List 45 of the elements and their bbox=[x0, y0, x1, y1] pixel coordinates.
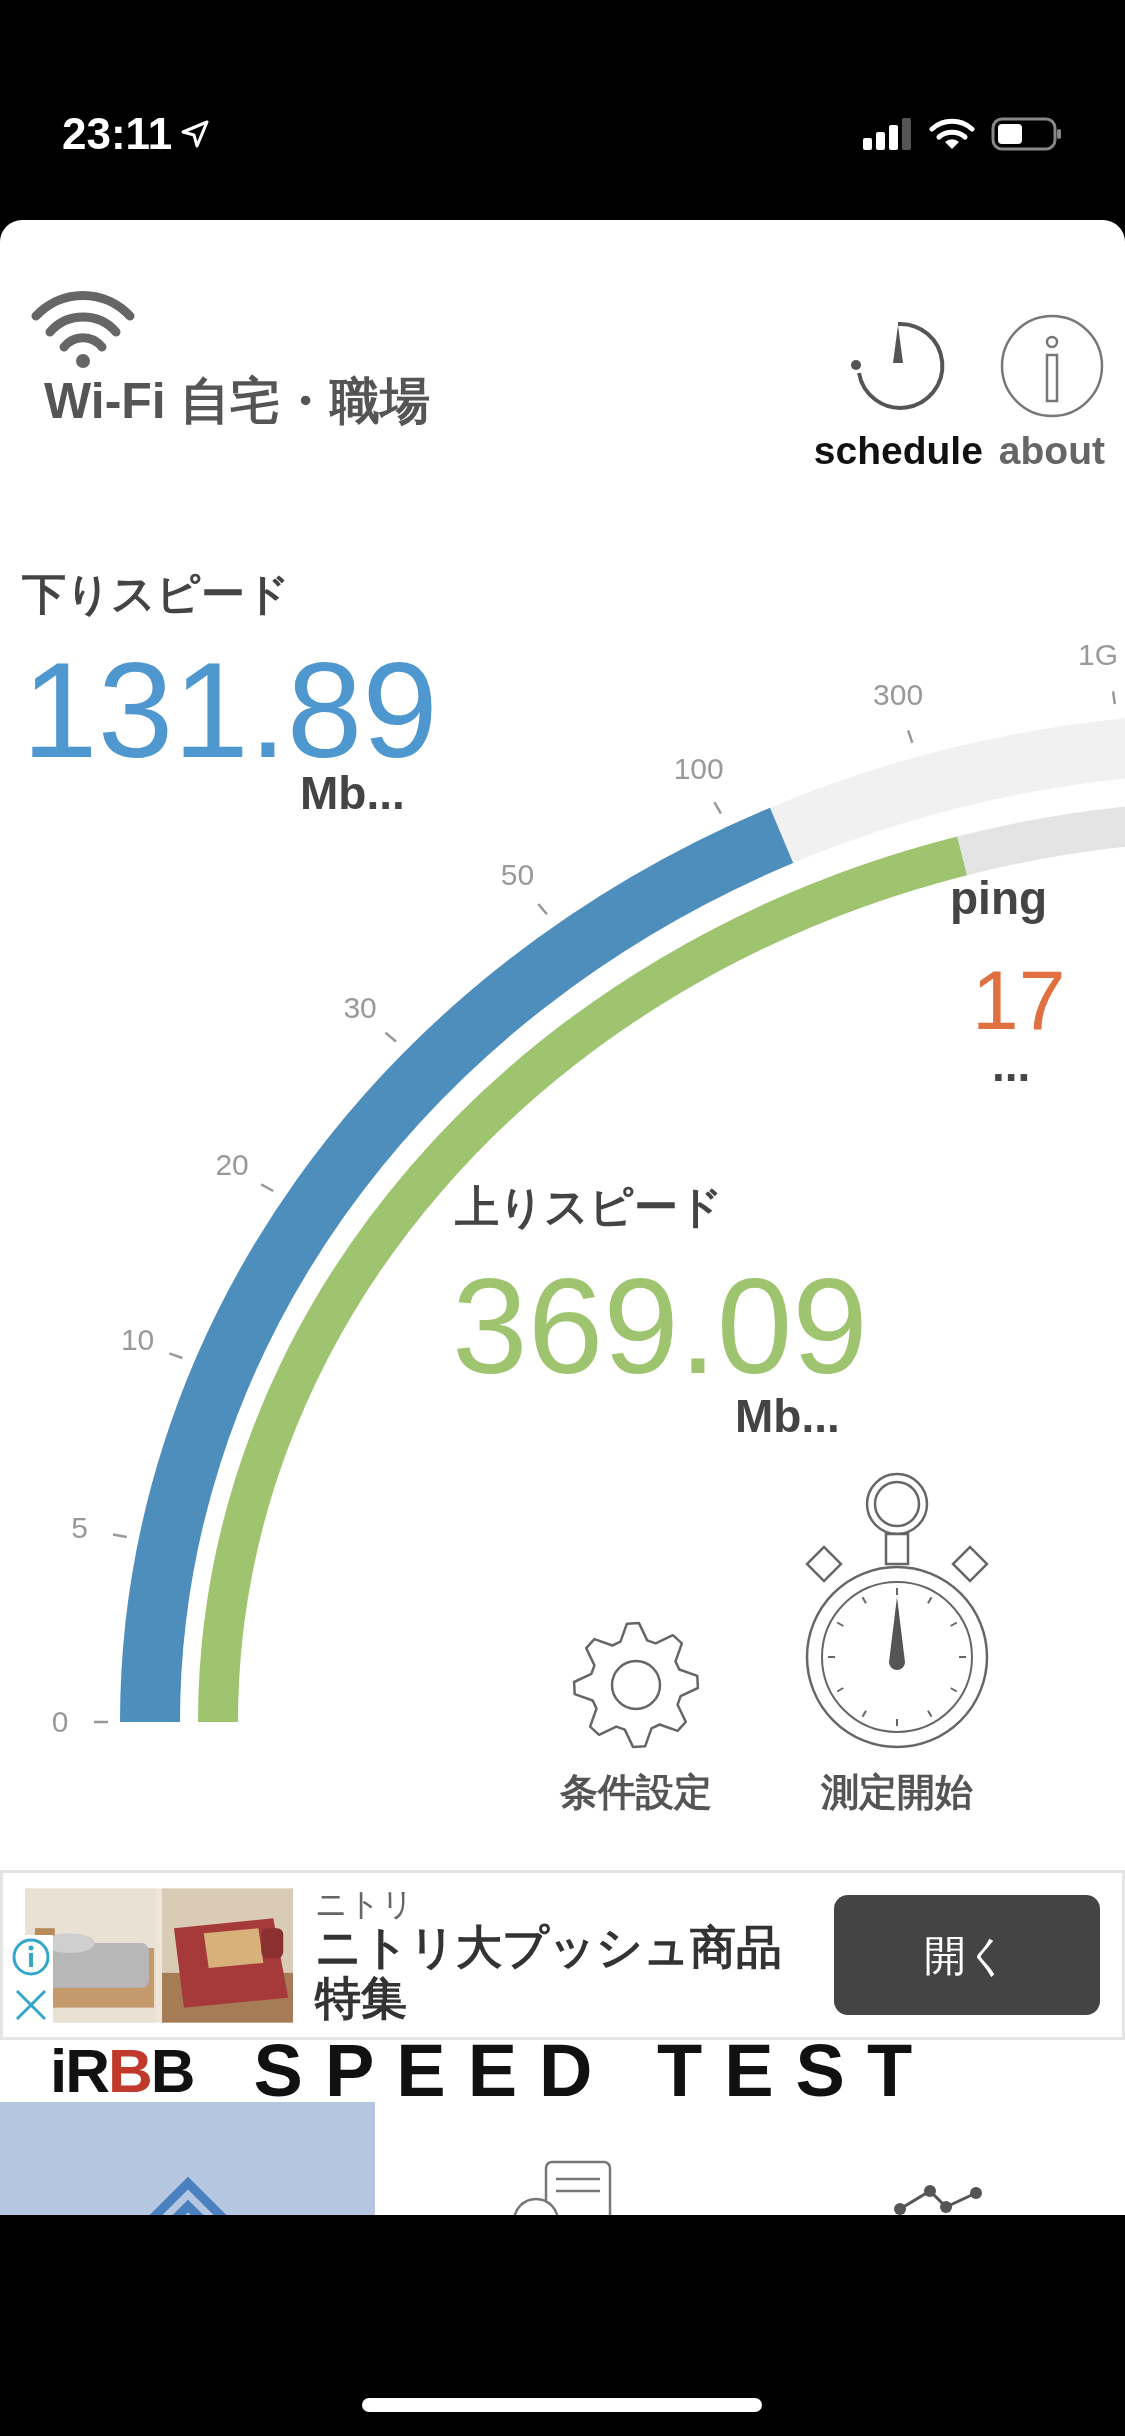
tick-mark bbox=[384, 1031, 397, 1043]
clock-time: 23:11 bbox=[62, 112, 173, 156]
tick-mark bbox=[168, 1352, 183, 1360]
tick-label: 20 bbox=[215, 1148, 249, 1182]
location-arrow-icon bbox=[180, 119, 211, 149]
logo-mark: iRBB bbox=[50, 2040, 194, 2102]
advertiser-name: ニトリ bbox=[315, 1886, 416, 1922]
ping-value: 17 bbox=[972, 958, 1066, 1042]
speed-unit: Mb... bbox=[300, 770, 405, 816]
schedule-button[interactable]: schedule bbox=[813, 313, 983, 470]
battery-icon bbox=[991, 117, 1063, 151]
tick-label: 0 bbox=[51, 1705, 69, 1738]
info-icon bbox=[998, 313, 1105, 419]
upload-speed-value: 369.09 bbox=[452, 1258, 868, 1394]
tick-mark bbox=[537, 903, 548, 916]
gear-icon bbox=[571, 1620, 701, 1750]
ad-headline: ニトリ大プッシュ商品特集 bbox=[315, 1922, 784, 2024]
tick-label: 50 bbox=[500, 857, 535, 891]
tick-mark bbox=[94, 1720, 108, 1724]
info-icon[interactable] bbox=[11, 1937, 51, 1977]
settings-button[interactable]: 条件設定 bbox=[560, 1620, 712, 1821]
wifi-icon bbox=[929, 117, 975, 151]
app-title: SPEED TEST bbox=[253, 2034, 935, 2108]
signal-icon bbox=[863, 118, 913, 150]
tick-label: 100 bbox=[673, 752, 724, 786]
tick-label: 10 bbox=[120, 1323, 155, 1357]
network-label: Wi-Fi 自宅・職場 bbox=[44, 374, 430, 429]
tick-label: 1G bbox=[1078, 637, 1118, 671]
tick-label: 30 bbox=[343, 991, 377, 1025]
tick-label: 300 bbox=[873, 678, 924, 712]
speed-unit: Mb... bbox=[735, 1393, 840, 1439]
tick-mark bbox=[260, 1183, 274, 1193]
tick-mark bbox=[112, 1533, 127, 1539]
download-label: 下りスピード bbox=[22, 572, 290, 616]
ping-unit: ... bbox=[992, 1042, 1031, 1088]
upload-label: 上りスピード bbox=[455, 1185, 723, 1229]
wifi-icon bbox=[30, 290, 136, 368]
tick-mark bbox=[907, 730, 914, 744]
open-button[interactable]: 開く bbox=[833, 1895, 1100, 2015]
tab[interactable] bbox=[0, 2102, 375, 2215]
start-test-button[interactable]: 測定開始 bbox=[802, 1452, 992, 1821]
tick-mark bbox=[713, 801, 722, 815]
tick-mark bbox=[1111, 691, 1117, 705]
tick-label: 5 bbox=[71, 1510, 88, 1544]
about-button[interactable]: about bbox=[998, 313, 1105, 470]
